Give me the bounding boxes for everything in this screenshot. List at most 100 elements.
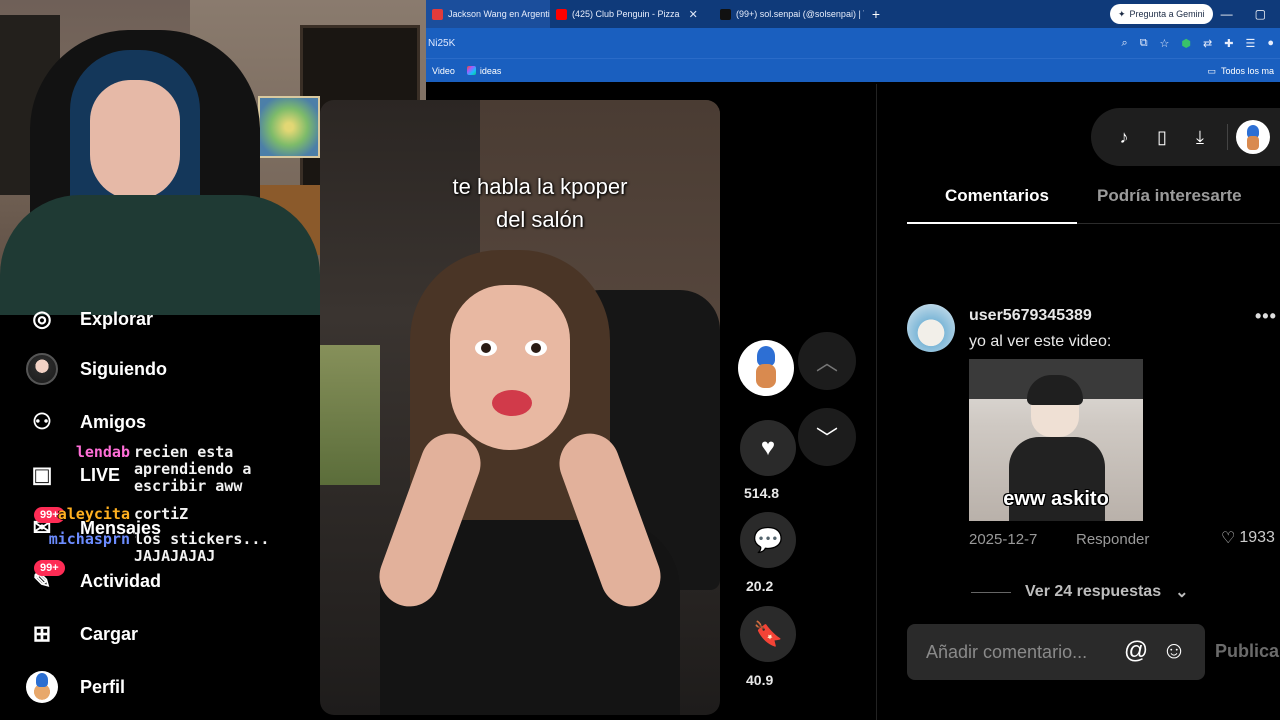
tab-title: (99+) sol.senpai (@solsenpai) | T: [736, 9, 864, 19]
profile-icon[interactable]: ●: [1267, 37, 1274, 49]
cast-icon[interactable]: ⧉: [1140, 37, 1148, 50]
sidebar-item-siguiendo[interactable]: Siguiendo: [26, 353, 167, 385]
window-controls: — ▢: [1221, 0, 1280, 28]
gemini-button[interactable]: ✦ Pregunta a Gemini: [1110, 4, 1213, 24]
minimize-icon[interactable]: —: [1221, 7, 1233, 21]
gemini-label: Pregunta a Gemini: [1129, 9, 1205, 19]
browser-tab[interactable]: Jackson Wang en Argentin ✕: [426, 0, 550, 28]
next-video-button[interactable]: ﹀: [798, 408, 856, 466]
view-replies-button[interactable]: Ver 24 respuestas ⌄: [971, 582, 1189, 602]
streamer-sweater: [0, 195, 320, 315]
active-tab-underline: [907, 222, 1077, 224]
download-icon[interactable]: ⤓: [1181, 118, 1219, 156]
figma-icon: [466, 66, 476, 75]
mobile-icon[interactable]: ▯: [1143, 118, 1181, 156]
browser-tab-active[interactable]: (99+) sol.senpai (@solsenpai) | T ✕: [714, 0, 864, 28]
sidebar-item-cargar[interactable]: ⊞ Cargar: [26, 618, 138, 650]
tiktok-favicon-icon: [720, 8, 731, 20]
video-eye-left: [475, 340, 497, 356]
browser-tab[interactable]: (425) Club Penguin - Pizza ✕: [550, 0, 714, 28]
view-replies-label: Ver 24 respuestas: [1025, 583, 1162, 600]
tab-podria-interesarte[interactable]: Podría interesarte: [1097, 186, 1242, 206]
tab-title: (425) Club Penguin - Pizza: [572, 9, 680, 19]
reading-list-icon[interactable]: ☰: [1245, 37, 1255, 50]
sidebar-item-label: Perfil: [80, 676, 126, 697]
comment-sticker-image[interactable]: eww askito: [969, 359, 1143, 521]
bookmark-item[interactable]: ideas: [461, 66, 508, 76]
chat-message: cortiZ: [134, 505, 189, 523]
save-count: 40.9: [746, 672, 774, 688]
close-tab-icon[interactable]: ✕: [689, 8, 698, 21]
like-button[interactable]: ♥: [740, 420, 796, 476]
tab-comentarios[interactable]: Comentarios: [945, 186, 1049, 206]
more-options-icon[interactable]: •••: [1255, 306, 1277, 327]
translate-icon[interactable]: ⇄: [1203, 37, 1212, 50]
like-count: 514.8: [744, 485, 780, 501]
mention-icon[interactable]: @: [1121, 636, 1151, 666]
comment-input-box: @ ☺: [907, 624, 1205, 680]
chat-message: recien esta aprendiendo a escribir aww: [134, 443, 252, 495]
comment-bubble-icon: 💬: [753, 526, 783, 554]
comment-input[interactable]: [907, 624, 1113, 680]
video-caption: te habla la kpoper del salón: [420, 170, 660, 236]
chat-username: michasprn: [48, 530, 130, 548]
stream-chat-overlay: lendab recien esta aprendiendo a escribi…: [0, 444, 320, 574]
video-lips: [492, 390, 532, 416]
address-text: Ni25K: [428, 37, 456, 49]
extensions-puzzle-icon[interactable]: ✚: [1224, 37, 1233, 50]
video-eye-right: [525, 340, 547, 356]
emoji-icon[interactable]: ☺: [1159, 636, 1189, 666]
toolbar-divider: [1227, 124, 1228, 150]
comment-username[interactable]: user5679345389: [969, 307, 1092, 325]
chat-message: los stickers... JAJAJAJAJ: [134, 530, 270, 565]
user-avatar[interactable]: [1236, 120, 1270, 154]
chat-username: lendab: [75, 443, 130, 461]
video-poster: [320, 345, 380, 485]
comment-like[interactable]: ♡ 1933: [1221, 528, 1275, 548]
tab-favicon-icon: [432, 8, 443, 20]
comment-count: 20.2: [746, 578, 774, 594]
zoom-icon[interactable]: ⌕: [1122, 37, 1128, 50]
video-player[interactable]: te habla la kpoper del salón: [320, 100, 720, 715]
tiktok-logo-icon[interactable]: ♪: [1105, 118, 1143, 156]
extension-shield-icon[interactable]: ⬢: [1181, 37, 1191, 50]
tab-title: Jackson Wang en Argentin: [448, 9, 550, 19]
heart-icon: ♥: [760, 434, 776, 461]
publish-button[interactable]: Publica: [1215, 641, 1279, 662]
chevron-up-icon: ︿: [815, 350, 838, 375]
previous-video-button[interactable]: ︿: [798, 332, 856, 390]
caption-line: del salón: [495, 207, 585, 232]
youtube-favicon-icon: [556, 8, 567, 20]
comment-like-count: 1933: [1239, 529, 1275, 546]
reply-button[interactable]: Responder: [1076, 531, 1149, 548]
sidebar-item-amigos[interactable]: ⚇ Amigos: [26, 406, 146, 438]
sidebar-item-perfil[interactable]: Perfil: [26, 671, 125, 703]
bookmark-star-icon[interactable]: ☆: [1160, 37, 1170, 50]
replies-divider: [971, 591, 1011, 593]
comments-panel: ♪ ▯ ⤓ Comentarios Podría interesarte use…: [876, 84, 1280, 720]
bookmark-label: Video: [432, 65, 455, 76]
bookmark-item[interactable]: Video: [426, 66, 461, 76]
chat-username: aleycita: [57, 505, 130, 523]
compass-icon: ◎: [32, 306, 52, 331]
gemini-sparkle-icon: ✦: [1118, 8, 1126, 19]
commenter-avatar[interactable]: [907, 304, 955, 352]
address-bar-icons: ⌕ ⧉ ☆ ⬢ ⇄ ✚ ☰ ●: [1122, 28, 1280, 58]
bookmarks-bar: Video ideas ▭ Todos los ma: [426, 58, 1280, 82]
new-tab-icon[interactable]: +: [864, 6, 888, 22]
comment-button[interactable]: 💬: [740, 512, 796, 568]
video-person-face: [450, 285, 570, 450]
folder-icon: ▭: [1207, 65, 1216, 76]
address-bar[interactable]: Ni25K ⌕ ⧉ ☆ ⬢ ⇄ ✚ ☰ ●: [426, 28, 1280, 58]
panel-tabs: Comentarios Podría interesarte: [907, 180, 1280, 224]
creator-avatar[interactable]: [738, 340, 794, 396]
top-toolbar: ♪ ▯ ⤓: [1091, 108, 1280, 166]
comment-text: yo al ver este video:: [969, 333, 1112, 350]
sidebar-item-label: Cargar: [80, 623, 139, 644]
all-bookmarks[interactable]: ▭ Todos los ma: [1207, 59, 1274, 83]
maximize-icon[interactable]: ▢: [1255, 7, 1266, 21]
upload-plus-icon: ⊞: [32, 621, 52, 646]
sidebar-item-explorar[interactable]: ◎ Explorar: [26, 303, 153, 335]
save-button[interactable]: 🔖: [740, 606, 796, 662]
sticker-caption: eww askito: [1003, 488, 1109, 510]
